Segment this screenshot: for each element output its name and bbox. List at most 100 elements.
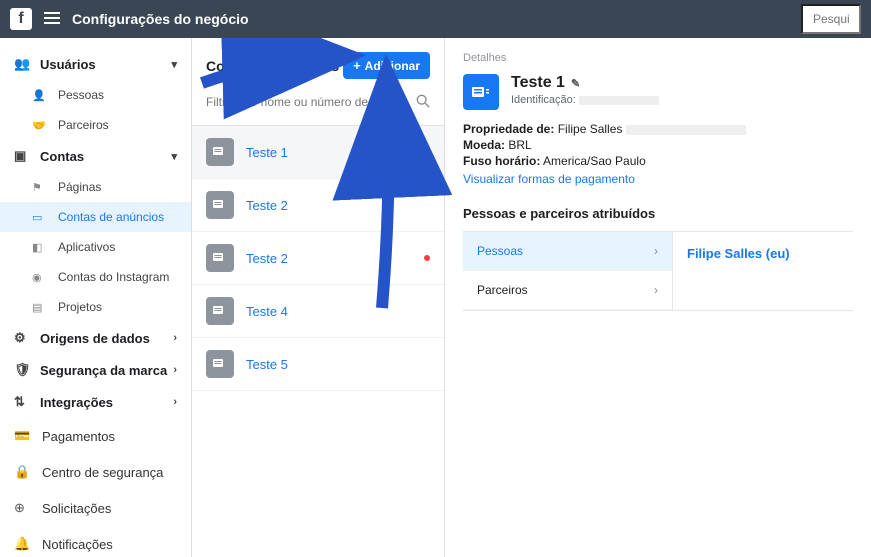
sidebar-item[interactable]: ⚑ Páginas — [0, 172, 191, 202]
account-thumb-icon — [206, 244, 234, 272]
item-label: Notificações — [42, 537, 113, 552]
account-name: Teste 2 — [246, 198, 288, 213]
sidebar-item[interactable]: ⊕ Solicitações — [0, 490, 191, 526]
sidebar-group[interactable]: 🛡 Segurança da marca › — [0, 354, 191, 386]
sidebar-group[interactable]: ⚙ Origens de dados › — [0, 322, 191, 354]
account-thumb-icon — [206, 191, 234, 219]
item-icon: 🔒 — [14, 464, 32, 480]
tab-label: Parceiros — [477, 283, 528, 297]
chevron-icon: ▾ — [171, 58, 177, 71]
sidebar-group[interactable]: ⇅ Integrações › — [0, 386, 191, 418]
assign-tab[interactable]: Pessoas › — [463, 232, 672, 271]
item-label: Pessoas — [58, 88, 104, 102]
group-icon: 🛡 — [14, 362, 32, 378]
sidebar-item[interactable]: 🔒 Centro de segurança — [0, 454, 191, 490]
account-name: Teste 1 — [511, 74, 565, 92]
account-list-item[interactable]: Teste 4 — [192, 285, 444, 338]
accounts-panel: Contas de anúncios + Adicionar Teste 1 Te… — [192, 38, 445, 557]
tab-label: Pessoas — [477, 244, 523, 258]
payment-link[interactable]: Visualizar formas de pagamento — [463, 172, 853, 186]
chevron-icon: ▾ — [171, 150, 177, 163]
chevron-icon: › — [173, 396, 177, 408]
item-label: Solicitações — [42, 501, 111, 516]
owner-label: Propriedade de: — [463, 122, 554, 136]
chevron-icon: › — [173, 332, 177, 344]
tz-label: Fuso horário: — [463, 154, 540, 168]
details-label: Detalhes — [463, 52, 853, 64]
sidebar-item[interactable]: ▤ Projetos — [0, 292, 191, 322]
sidebar-group[interactable]: ▣Contas▾ — [0, 140, 191, 172]
sidebar-item[interactable]: 🤝Parceiros — [0, 110, 191, 140]
owner-redacted — [626, 125, 746, 135]
item-icon: 👤 — [32, 89, 50, 102]
item-icon: 💳 — [14, 428, 32, 444]
item-label: Contas de anúncios — [58, 210, 164, 224]
assigned-person[interactable]: Filipe Salles (eu) — [687, 246, 790, 261]
sidebar: 👥Usuários▾👤Pessoas🤝Parceiros▣Contas▾⚑Pág… — [0, 38, 192, 557]
id-value-redacted — [579, 96, 659, 105]
assign-tab[interactable]: Parceiros › — [463, 271, 672, 310]
sidebar-item[interactable]: ◉ Contas do Instagram — [0, 262, 191, 292]
item-label: Contas do Instagram — [58, 270, 169, 284]
account-list-item[interactable]: Teste 2 — [192, 179, 444, 232]
owner-value: Filipe Salles — [558, 122, 623, 136]
filter-input[interactable] — [206, 89, 416, 115]
group-label: Integrações — [40, 395, 113, 410]
group-label: Usuários — [40, 57, 96, 72]
item-label: Centro de segurança — [42, 465, 163, 480]
item-label: Páginas — [58, 180, 101, 194]
account-list-item[interactable]: Teste 5 — [192, 338, 444, 391]
account-thumb-icon — [206, 297, 234, 325]
group-label: Segurança da marca — [40, 363, 167, 378]
accounts-panel-title: Contas de anúncios — [206, 58, 343, 74]
add-button-label: Adicionar — [365, 59, 420, 73]
account-name: Teste 4 — [246, 304, 288, 319]
account-thumb-icon — [206, 350, 234, 378]
item-icon: ▤ — [32, 301, 50, 314]
group-icon: ⚙ — [14, 330, 32, 346]
account-name: Teste 1 — [246, 145, 288, 160]
search-icon[interactable] — [416, 94, 430, 111]
id-label: Identificação: — [511, 94, 576, 106]
sidebar-item[interactable]: ◧ Aplicativos — [0, 232, 191, 262]
group-label: Contas — [40, 149, 84, 164]
group-icon: ⇅ — [14, 394, 32, 410]
account-name: Teste 2 — [246, 251, 288, 266]
currency-value: BRL — [508, 138, 531, 152]
item-label: Aplicativos — [58, 240, 115, 254]
chevron-right-icon: › — [654, 244, 658, 258]
facebook-logo[interactable]: f — [10, 8, 32, 30]
global-search-input[interactable] — [801, 4, 861, 34]
sidebar-group[interactable]: 👥Usuários▾ — [0, 48, 191, 80]
sidebar-item[interactable]: 👤 Pessoas — [0, 80, 191, 110]
item-icon: ▭ — [32, 211, 50, 224]
item-icon: 🔔 — [14, 536, 32, 552]
sidebar-item[interactable]: 🔔 Notificações — [0, 526, 191, 557]
chevron-icon: › — [173, 364, 177, 376]
account-thumb-icon — [206, 138, 234, 166]
account-list-item[interactable]: Teste 2 — [192, 232, 444, 285]
details-panel: Detalhes Teste 1 ✎ Identificação: Propri… — [445, 38, 871, 557]
item-label: Pagamentos — [42, 429, 115, 444]
item-icon: ◉ — [32, 271, 50, 284]
chevron-right-icon: › — [654, 283, 658, 297]
item-label: Parceiros — [58, 118, 109, 132]
account-icon — [463, 74, 499, 110]
alert-dot-icon — [424, 255, 430, 261]
group-label: Origens de dados — [40, 331, 150, 346]
plus-icon: + — [353, 58, 361, 73]
item-label: Projetos — [58, 300, 102, 314]
item-icon: ⚑ — [32, 181, 50, 194]
assigned-title: Pessoas e parceiros atribuídos — [463, 206, 853, 221]
add-button[interactable]: + Adicionar — [343, 52, 430, 79]
item-icon: ◧ — [32, 241, 50, 254]
edit-pencil-icon[interactable]: ✎ — [571, 77, 580, 90]
item-icon: ⊕ — [14, 500, 32, 516]
sidebar-item[interactable]: 💳 Pagamentos — [0, 418, 191, 454]
currency-label: Moeda: — [463, 138, 505, 152]
account-name: Teste 5 — [246, 357, 288, 372]
page-title: Configurações do negócio — [72, 11, 249, 27]
account-list-item[interactable]: Teste 1 — [192, 126, 444, 179]
sidebar-item[interactable]: ▭ Contas de anúncios — [0, 202, 191, 232]
hamburger-icon[interactable] — [44, 12, 60, 27]
